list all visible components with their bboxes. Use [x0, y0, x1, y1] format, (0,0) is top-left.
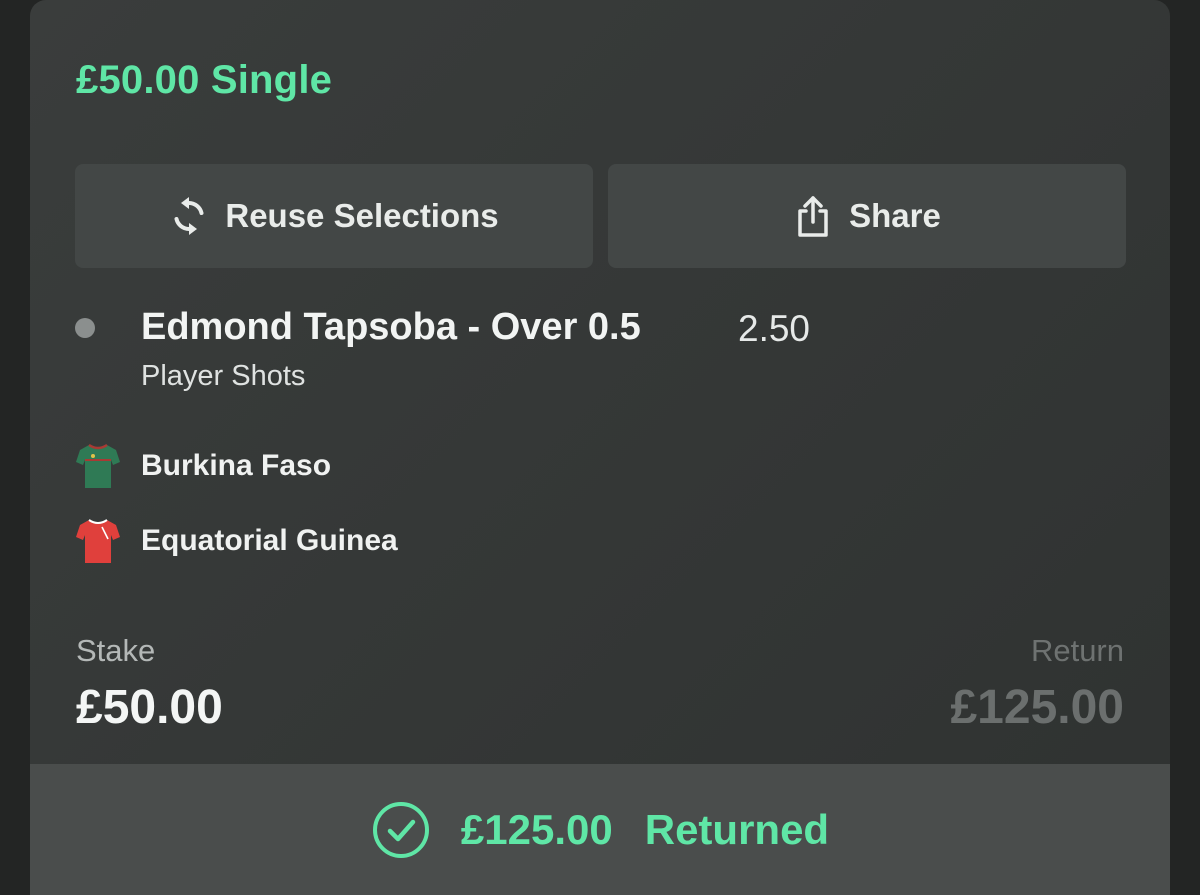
market-name: Player Shots — [141, 360, 306, 392]
return-value: £125.00 — [950, 681, 1124, 734]
bet-card: £50.00 Single Reuse Selections Share Edm… — [30, 0, 1170, 895]
away-team-name: Equatorial Guinea — [141, 524, 398, 557]
return-label: Return — [1030, 633, 1124, 668]
returned-status: Returned — [644, 805, 830, 853]
bet-title: £50.00 Single — [76, 58, 333, 102]
reuse-selections-label: Reuse Selections — [225, 197, 499, 234]
share-icon — [793, 194, 833, 238]
reuse-selections-button[interactable]: Reuse Selections — [75, 164, 593, 268]
home-team-name: Burkina Faso — [141, 449, 332, 482]
result-footer: £125.00 Returned — [30, 764, 1170, 895]
selection-status-dot — [75, 318, 95, 338]
stake-value: £50.00 — [76, 681, 223, 734]
stake-label: Stake — [76, 633, 156, 668]
team-row-home: Burkina Faso — [75, 442, 331, 490]
share-label: Share — [849, 197, 941, 234]
returned-amount: £125.00 — [460, 805, 613, 853]
away-shirt-icon — [75, 517, 121, 565]
check-circle-icon — [371, 800, 431, 860]
share-button[interactable]: Share — [608, 164, 1126, 268]
home-shirt-icon — [75, 442, 121, 490]
team-row-away: Equatorial Guinea — [75, 517, 398, 565]
selection-name: Edmond Tapsoba - Over 0.5 — [141, 306, 641, 348]
refresh-icon — [169, 194, 209, 238]
selection-odds: 2.50 — [738, 308, 811, 349]
